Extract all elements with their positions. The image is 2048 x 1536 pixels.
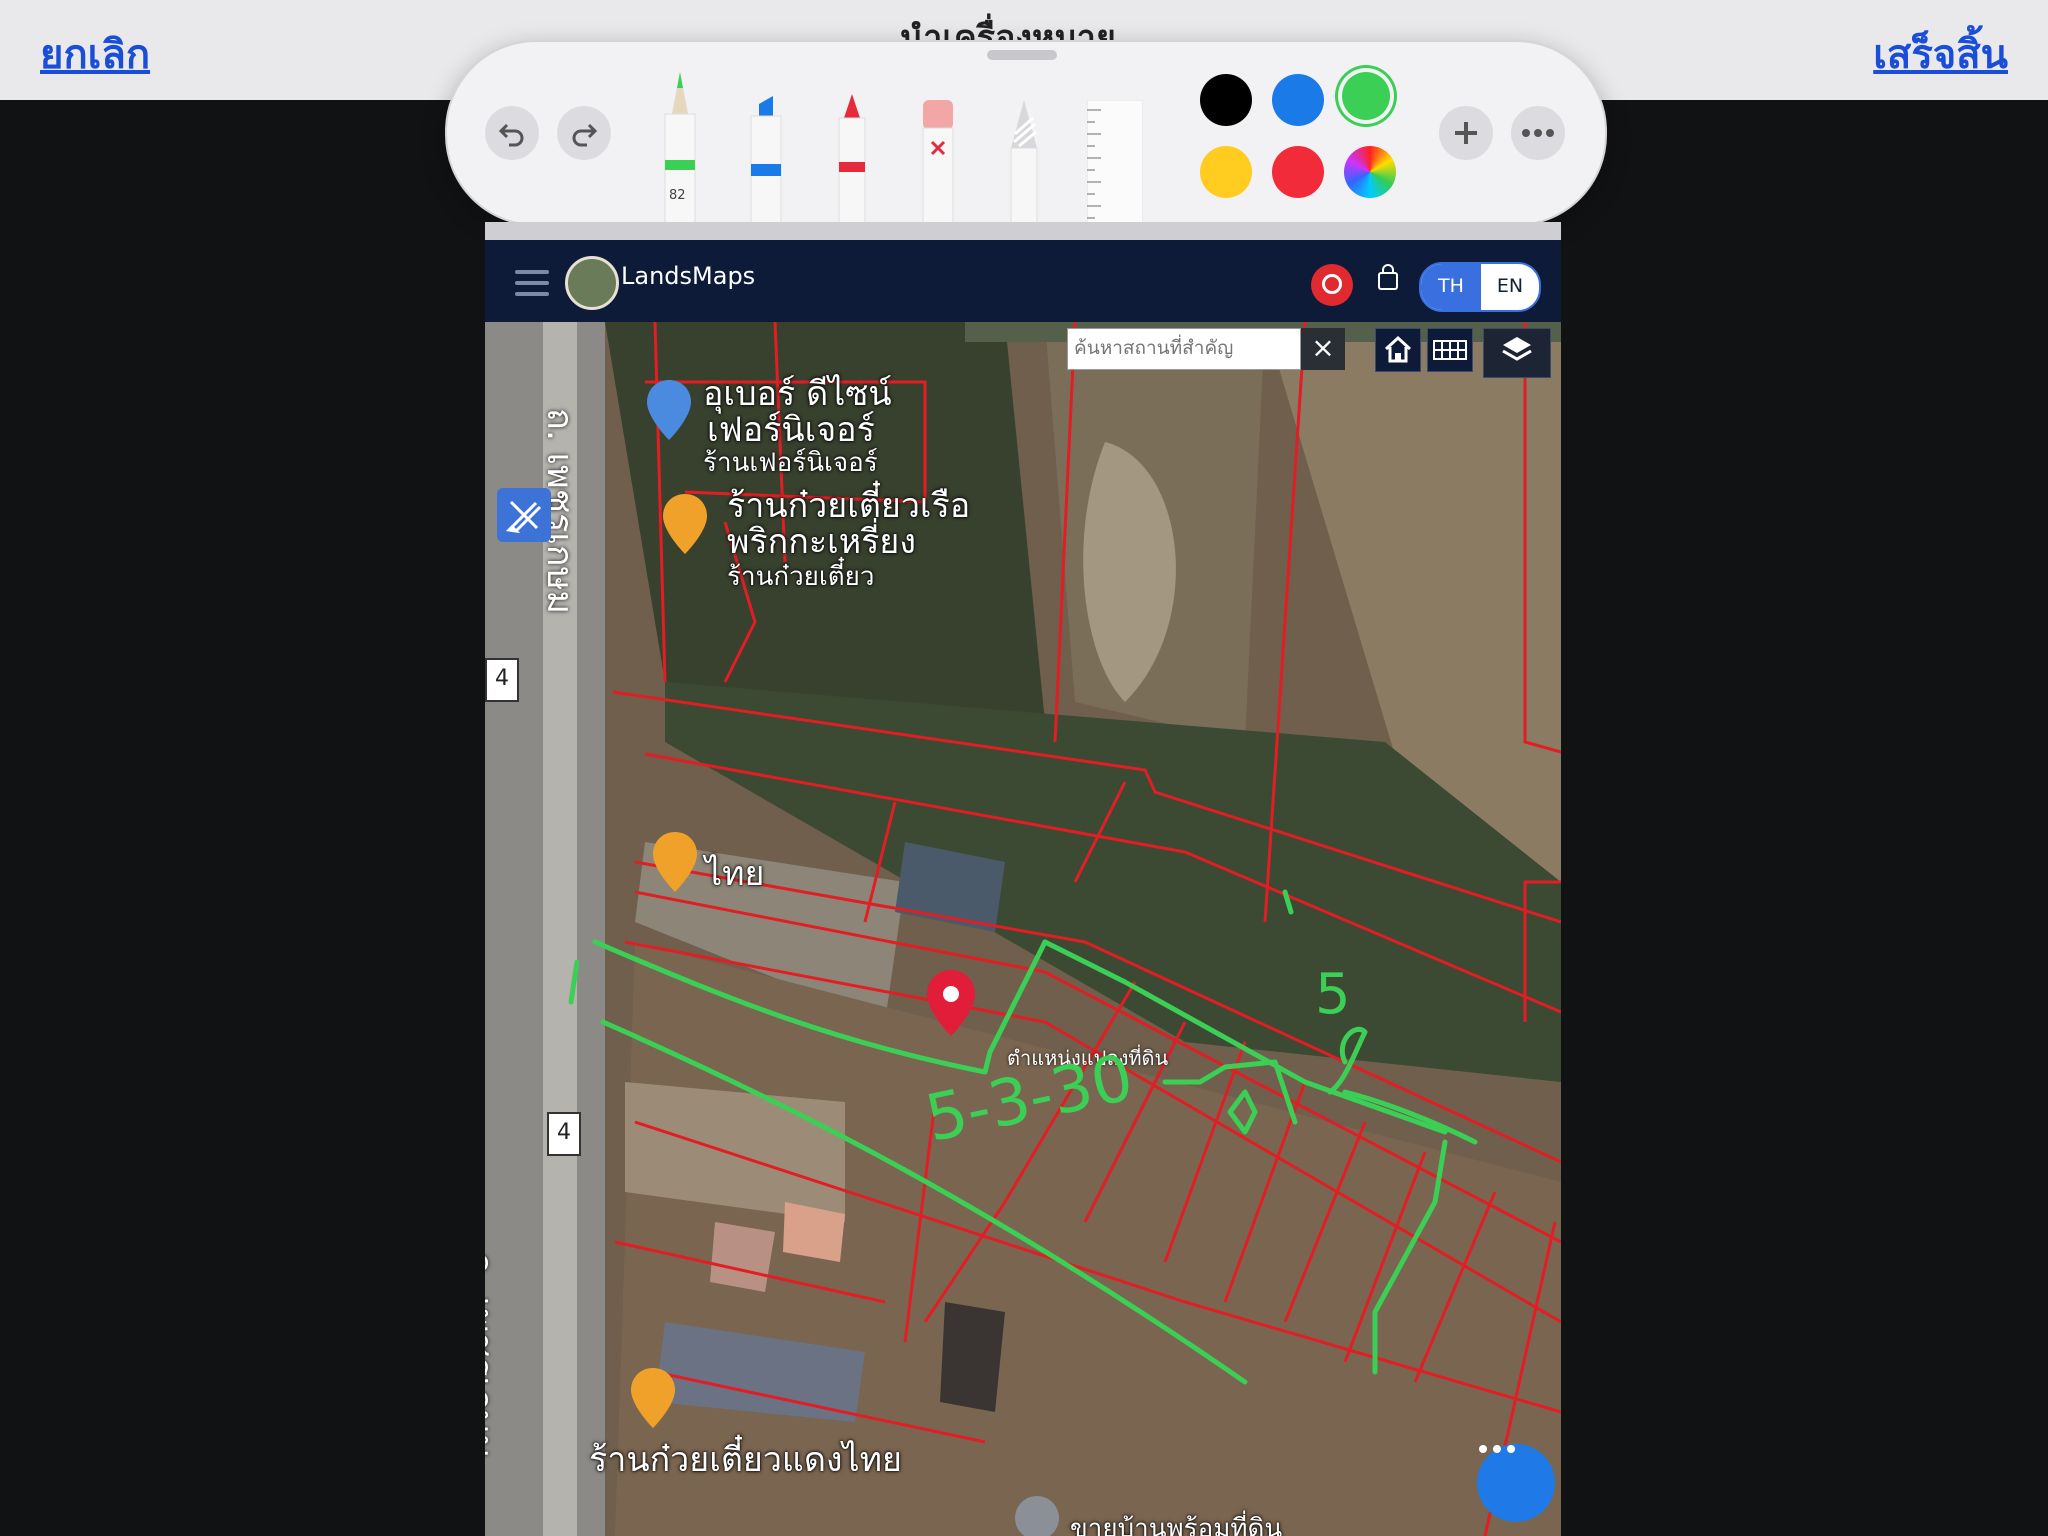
landsmaps-app: LandsMaps TH EN ถ. เพชรเกษม ถ. เพชรเกษม …: [485, 222, 1561, 1536]
map-canvas: [485, 322, 1561, 1536]
layers-button[interactable]: [1483, 328, 1551, 378]
marker-tool[interactable]: [747, 94, 785, 225]
department-logo: [565, 256, 619, 310]
draw-tool-button[interactable]: [497, 488, 551, 542]
redo-button[interactable]: [557, 106, 611, 160]
app-navbar: LandsMaps TH EN: [485, 240, 1561, 322]
add-button[interactable]: [1439, 106, 1493, 160]
search-clear-button[interactable]: ×: [1301, 328, 1345, 370]
handwritten-annotation-side: 5: [1315, 962, 1351, 1027]
home-icon: [1384, 335, 1412, 363]
map-search-input[interactable]: [1067, 328, 1301, 370]
ruler-icon: [1086, 99, 1144, 225]
lock-icon[interactable]: [1378, 264, 1398, 290]
plus-icon: [1455, 122, 1477, 144]
done-button[interactable]: เสร็จสิ้น: [1873, 22, 2008, 86]
eraser-tool[interactable]: [919, 98, 957, 225]
place-label[interactable]: ร้านก๋วยเตี๋ยว: [727, 556, 875, 597]
ruler-tool[interactable]: [1086, 99, 1144, 225]
color-black[interactable]: [1200, 74, 1252, 126]
color-blue[interactable]: [1272, 74, 1324, 126]
undo-button[interactable]: [485, 106, 539, 160]
place-label[interactable]: ร้านก๋วยเตี๋ยวแดงไทย: [589, 1432, 902, 1486]
grid-button[interactable]: [1427, 328, 1473, 372]
place-label[interactable]: ไทย: [705, 846, 764, 900]
pen-tool[interactable]: 82: [661, 64, 699, 225]
color-yellow[interactable]: [1200, 146, 1252, 198]
app-top-strip: [485, 222, 1561, 240]
grid-icon: [1433, 340, 1467, 360]
search-icon[interactable]: [1311, 264, 1353, 306]
highway-shield: 4: [485, 658, 519, 702]
color-picker-button[interactable]: [1344, 146, 1396, 198]
drag-handle[interactable]: [987, 50, 1057, 60]
place-label[interactable]: ขายบ้านพร้อมที่ดิน: [1070, 1508, 1282, 1536]
lang-th[interactable]: TH: [1421, 264, 1481, 310]
place-label[interactable]: ร้านเฟอร์นิเจอร์: [703, 442, 878, 483]
home-button[interactable]: [1375, 328, 1421, 372]
layers-icon: [1502, 337, 1532, 361]
lang-en[interactable]: EN: [1481, 264, 1539, 310]
cancel-button[interactable]: ยกเลิก: [40, 22, 150, 86]
color-green-selected[interactable]: [1342, 72, 1390, 120]
ellipsis-icon: [1522, 129, 1554, 137]
pen-size-label: 82: [669, 188, 686, 203]
undo-icon: [498, 123, 524, 147]
eraser-icon: [922, 100, 954, 225]
more-button[interactable]: [1511, 106, 1565, 160]
road-label-bottom: ถ. เพชรเกษม: [485, 1252, 500, 1459]
highway-shield-2: 4: [547, 1112, 581, 1156]
lasso-icon: [1010, 100, 1038, 225]
language-toggle[interactable]: TH EN: [1419, 262, 1541, 312]
markup-toolbar: 82: [445, 40, 1607, 226]
ruler-pencil-icon: [505, 500, 542, 534]
redo-icon: [572, 123, 598, 147]
menu-icon[interactable]: [515, 270, 549, 303]
lasso-tool[interactable]: [1005, 98, 1043, 225]
ellipsis-icon: [1479, 1445, 1515, 1453]
color-red[interactable]: [1272, 146, 1324, 198]
pencil-icon: [838, 94, 866, 225]
satellite-map[interactable]: ถ. เพชรเกษม ถ. เพชรเกษม 4 4 อุเบอร์ ดีไซ…: [485, 322, 1561, 1536]
app-brand: LandsMaps: [621, 262, 756, 290]
pencil-tool[interactable]: [833, 92, 871, 225]
more-options-fab[interactable]: [1477, 1444, 1555, 1522]
marker-icon: [750, 96, 782, 225]
